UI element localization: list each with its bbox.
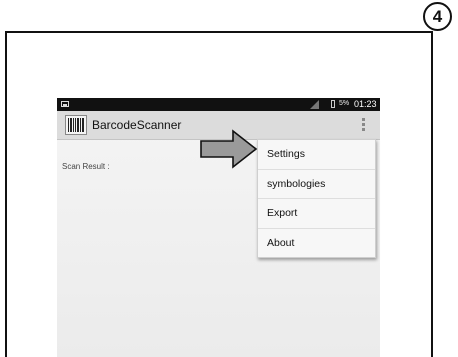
overflow-menu: Settings symbologies Export About	[257, 139, 376, 258]
barcode-icon	[65, 115, 87, 135]
status-time: 01:23	[354, 99, 377, 109]
app-title: BarcodeScanner	[92, 118, 182, 132]
battery-icon	[331, 100, 335, 108]
scan-result-label: Scan Result :	[62, 162, 110, 171]
step-number-badge: 4	[423, 2, 452, 31]
notification-icon	[61, 101, 69, 107]
pointer-arrow-icon	[200, 129, 258, 169]
menu-item-settings[interactable]: Settings	[258, 140, 375, 170]
instruction-page: 4 5% 01:23 BarcodeScanner Scan Result: …	[0, 0, 458, 357]
battery-percent: 5%	[339, 100, 350, 107]
signal-icon	[310, 100, 319, 109]
menu-item-about[interactable]: About	[258, 229, 375, 258]
overflow-menu-icon[interactable]	[360, 117, 366, 133]
status-bar: 5% 01:23	[57, 98, 380, 111]
menu-item-symbologies[interactable]: symbologies	[258, 170, 375, 199]
menu-item-export[interactable]: Export	[258, 199, 375, 229]
